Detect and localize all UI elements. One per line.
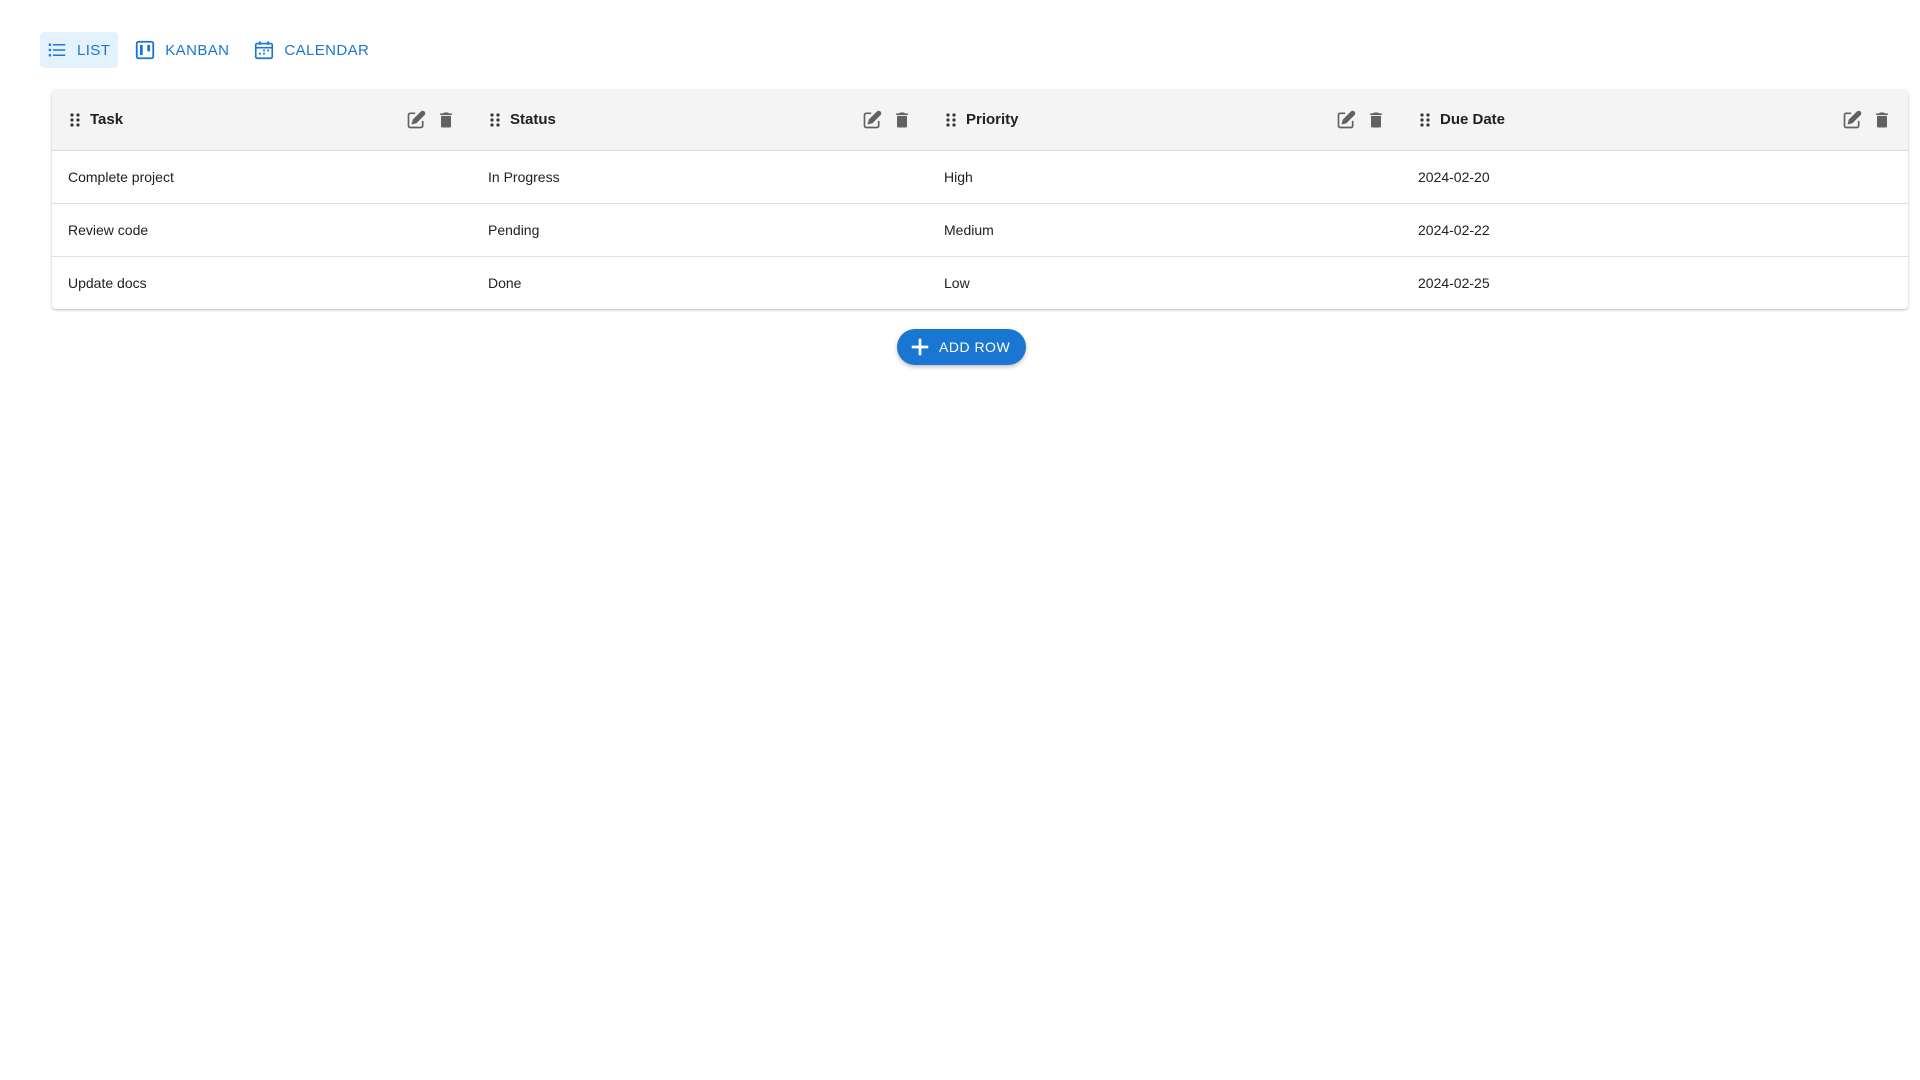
drag-handle-icon[interactable] [1418,112,1432,128]
drag-handle-icon[interactable] [944,112,958,128]
delete-icon[interactable] [1872,110,1892,130]
table-cell[interactable]: 2024-02-25 [1402,256,1908,309]
tab-calendar[interactable]: CALENDAR [247,32,377,68]
edit-icon[interactable] [1336,110,1356,130]
column-header-status: Status [472,90,928,151]
list-icon [46,39,68,61]
column-header-due-date: Due Date [1402,90,1908,151]
table-row[interactable]: Review code Pending Medium 2024-02-22 [52,203,1908,257]
table-cell[interactable]: Complete project [52,150,472,204]
table-cell[interactable]: Pending [472,203,928,257]
view-switcher: LIST KANBAN CALENDAR [40,32,377,68]
table-row[interactable]: Update docs Done Low 2024-02-25 [52,256,1908,309]
edit-icon[interactable] [1842,110,1862,130]
table-cell[interactable]: High [928,150,1402,204]
column-header-priority: Priority [928,90,1402,151]
table-cell[interactable]: Low [928,256,1402,309]
add-row-button[interactable]: ADD ROW [897,329,1027,365]
table-cell[interactable]: 2024-02-20 [1402,150,1908,204]
drag-handle-icon[interactable] [488,112,502,128]
tab-list[interactable]: LIST [40,32,119,68]
header-row: Task Status Priority Due Date [52,90,1908,151]
column-label: Priority [966,111,1019,129]
tab-list-label: LIST [77,41,111,59]
column-header-task: Task [52,90,472,151]
calendar-icon [253,39,275,61]
kanban-icon [134,39,156,61]
table-cell[interactable]: Done [472,256,928,309]
data-grid: Task Status Priority Due Date Complete p… [52,90,1908,309]
plus-icon [909,336,931,358]
table-cell[interactable]: Medium [928,203,1402,257]
edit-icon[interactable] [862,110,882,130]
delete-icon[interactable] [436,110,456,130]
table-cell[interactable]: Update docs [52,256,472,309]
drag-handle-icon[interactable] [68,112,82,128]
tab-calendar-label: CALENDAR [284,41,370,59]
table-cell[interactable]: Review code [52,203,472,257]
column-label: Due Date [1440,111,1506,129]
table-cell[interactable]: In Progress [472,150,928,204]
table-row[interactable]: Complete project In Progress High 2024-0… [52,150,1908,204]
tab-kanban-label: KANBAN [165,41,230,59]
delete-icon[interactable] [1366,110,1386,130]
edit-icon[interactable] [406,110,426,130]
add-row-label: ADD ROW [939,339,1011,355]
column-label: Status [510,111,556,129]
delete-icon[interactable] [892,110,912,130]
table-cell[interactable]: 2024-02-22 [1402,203,1908,257]
tab-kanban[interactable]: KANBAN [128,32,237,68]
column-label: Task [90,111,124,129]
